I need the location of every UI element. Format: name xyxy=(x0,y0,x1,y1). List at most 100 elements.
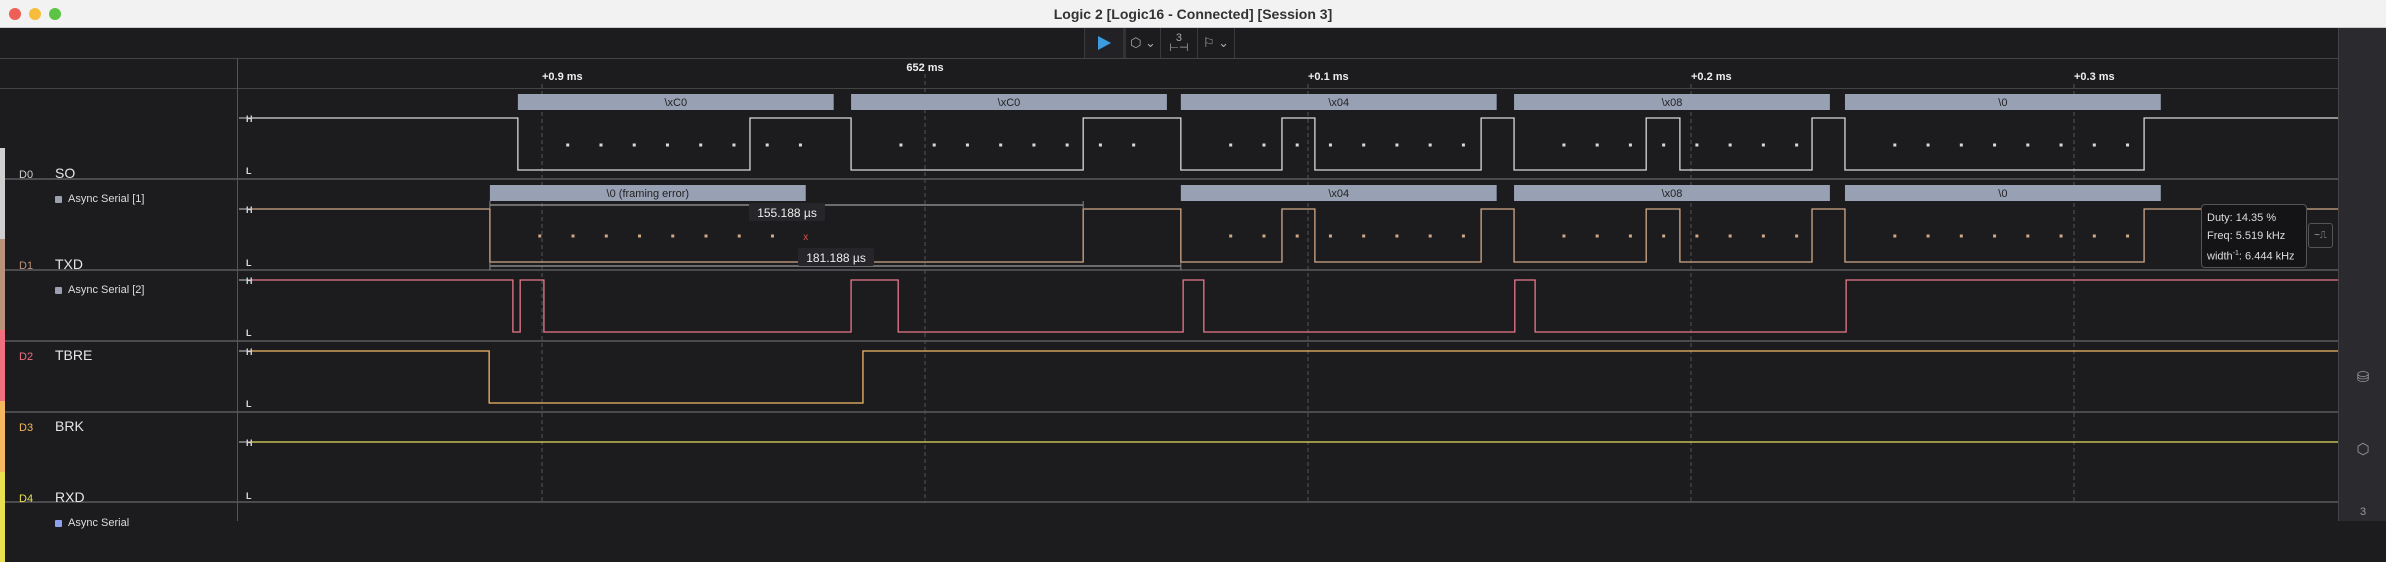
center-time-label: 652 ms xyxy=(906,62,943,74)
tick-label: +0.3 ms xyxy=(2074,71,2115,83)
decoded-frame-label: \x04 xyxy=(1328,188,1349,200)
bit-dot xyxy=(1628,234,1632,238)
bit-dot xyxy=(1262,234,1266,238)
bit-dot xyxy=(538,234,542,238)
bit-dot xyxy=(1395,234,1399,238)
low-level-marker: L xyxy=(246,166,252,176)
bit-dot xyxy=(932,143,936,147)
measurement-options-button[interactable]: ~⎍ xyxy=(2308,223,2333,248)
bit-dot xyxy=(1728,234,1732,238)
low-level-marker: L xyxy=(246,328,252,338)
high-level-marker: H xyxy=(246,205,253,215)
measurement-label: 155.188 µs xyxy=(757,206,817,220)
bit-dot xyxy=(1362,234,1366,238)
decoded-frame-label: \x08 xyxy=(1662,188,1683,200)
bit-dot xyxy=(2092,234,2096,238)
high-level-marker: H xyxy=(246,438,253,448)
decoded-frame-label: \x04 xyxy=(1328,97,1349,109)
low-level-marker: L xyxy=(246,258,252,268)
bit-dot xyxy=(1328,234,1332,238)
analyzers-icon[interactable]: ⛁ xyxy=(2339,368,2386,386)
high-level-marker: H xyxy=(246,114,253,124)
bit-dot xyxy=(999,143,1003,147)
bit-dot xyxy=(1993,143,1997,147)
bit-dot xyxy=(765,143,769,147)
bit-dot xyxy=(2059,143,2063,147)
decoded-frame-label: \xC0 xyxy=(664,97,687,109)
bit-dot xyxy=(1795,234,1799,238)
bit-dot xyxy=(1628,143,1632,147)
bit-dot xyxy=(1926,234,1930,238)
trigger-1f-icon[interactable]: ⬡ xyxy=(2339,440,2386,458)
bit-dot xyxy=(1295,143,1299,147)
decoded-frame-label: \0 xyxy=(1998,188,2007,200)
bit-dot xyxy=(1662,143,1666,147)
tick-label: +0.2 ms xyxy=(1691,71,1732,83)
bit-dot xyxy=(1395,143,1399,147)
bit-dot xyxy=(1295,234,1299,238)
freq-value: Freq: 5.519 kHz xyxy=(2207,230,2286,242)
bit-dot xyxy=(1229,234,1233,238)
bit-dot xyxy=(965,143,969,147)
bit-dot xyxy=(1428,234,1432,238)
bit-dot xyxy=(798,143,802,147)
bit-dot xyxy=(1461,234,1465,238)
bit-dot xyxy=(770,234,774,238)
bit-dot xyxy=(638,234,642,238)
bit-dot xyxy=(1893,234,1897,238)
bit-dot xyxy=(604,234,608,238)
bit-dot xyxy=(1761,143,1765,147)
bit-dot xyxy=(2092,143,2096,147)
bit-dot xyxy=(2026,143,2030,147)
tick-label: +0.1 ms xyxy=(1308,71,1349,83)
bit-dot xyxy=(1229,143,1233,147)
bit-dot xyxy=(1362,143,1366,147)
width-value: : 6.444 kHz xyxy=(2238,250,2295,263)
sidebar-item-measurements[interactable]: 3 xyxy=(2339,506,2386,518)
decoded-frame-label: \0 xyxy=(1998,97,2007,109)
high-level-marker: H xyxy=(246,276,253,286)
bit-dot xyxy=(732,143,736,147)
tick-label: +0.9 ms xyxy=(542,71,583,83)
bit-dot xyxy=(566,143,570,147)
inverse-width-value: width-1: 6.444 kHz xyxy=(2207,245,2301,266)
bit-dot xyxy=(665,143,669,147)
low-level-marker: L xyxy=(246,399,252,409)
bit-dot xyxy=(1695,234,1699,238)
bit-dot xyxy=(1795,143,1799,147)
high-level-marker: H xyxy=(246,347,253,357)
bit-dot xyxy=(1893,143,1897,147)
bit-dot xyxy=(599,143,603,147)
bit-dot xyxy=(632,143,636,147)
bit-dot xyxy=(1562,143,1566,147)
bit-dot xyxy=(704,234,708,238)
decoded-frame-label: \xC0 xyxy=(998,97,1021,109)
waveform-view[interactable]: +0.9 ms +0.1 ms +0.2 ms +0.3 ms652 msHL\xC0… xyxy=(0,0,2386,521)
right-sidebar: ⛁ ⬡ 3 xyxy=(2338,28,2386,521)
measurement-tooltip: Duty: 14.35 % Freq: 5.519 kHz width-1: 6… xyxy=(2201,204,2307,268)
bit-dot xyxy=(2026,234,2030,238)
waveform-tbre xyxy=(252,279,2338,333)
bit-dot xyxy=(1428,143,1432,147)
bit-dot xyxy=(2059,234,2063,238)
bit-dot xyxy=(1959,143,1963,147)
decoded-frame-label: \x08 xyxy=(1662,97,1683,109)
framing-error-mark: x xyxy=(803,232,808,243)
bit-dot xyxy=(2126,143,2130,147)
duty-value: Duty: 14.35 % xyxy=(2207,212,2277,224)
bit-dot xyxy=(1595,234,1599,238)
bit-dot xyxy=(1032,143,1036,147)
waveform-brk xyxy=(252,350,2338,404)
bit-dot xyxy=(1328,143,1332,147)
bit-dot xyxy=(1098,143,1102,147)
waveform-so xyxy=(252,117,2338,171)
bit-dot xyxy=(1761,234,1765,238)
bit-dot xyxy=(1595,143,1599,147)
bit-dot xyxy=(1993,234,1997,238)
bit-dot xyxy=(2126,234,2130,238)
bit-dot xyxy=(1262,143,1266,147)
bit-dot xyxy=(1926,143,1930,147)
bit-dot xyxy=(737,234,741,238)
bit-dot xyxy=(571,234,575,238)
bit-dot xyxy=(1065,143,1069,147)
